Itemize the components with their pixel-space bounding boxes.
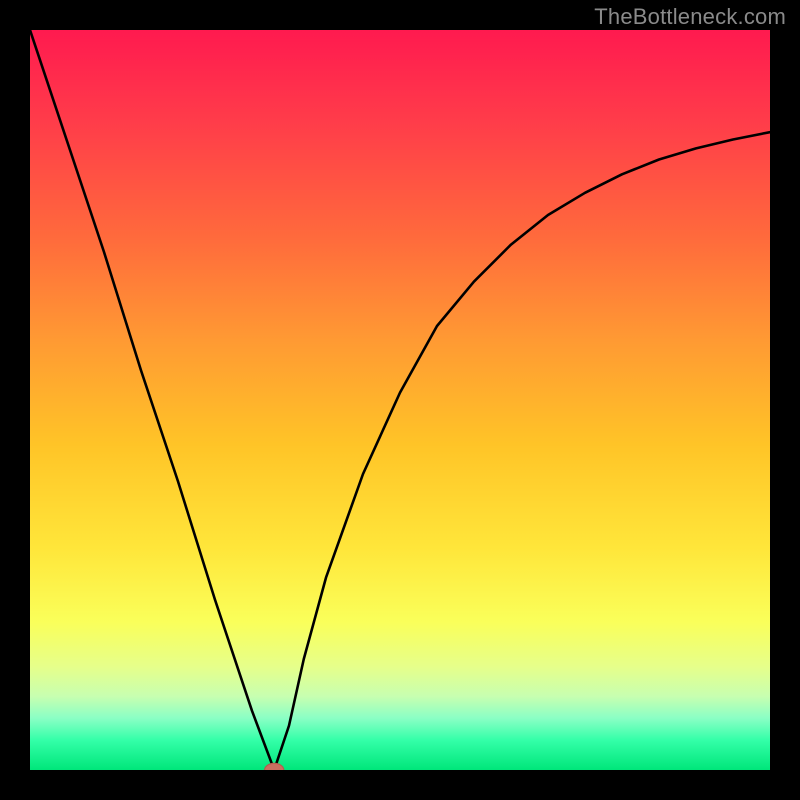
watermark-label: TheBottleneck.com xyxy=(594,4,786,30)
plot-area xyxy=(30,30,770,770)
bottleneck-curve xyxy=(30,30,770,770)
chart-frame: TheBottleneck.com xyxy=(0,0,800,800)
optimum-marker xyxy=(265,763,284,770)
chart-svg xyxy=(30,30,770,770)
